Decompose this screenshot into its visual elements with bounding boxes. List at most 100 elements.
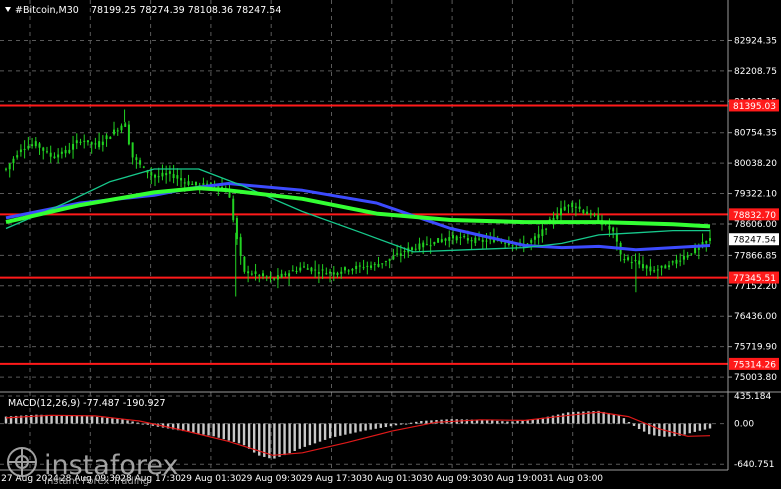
macd-bar <box>658 423 661 437</box>
macd-bar <box>55 415 58 424</box>
candle-body <box>425 244 428 246</box>
candle-body <box>537 234 540 238</box>
candle-body <box>653 270 656 272</box>
macd-bar <box>95 416 99 424</box>
macd-bar <box>121 419 124 424</box>
level-tag-label-3: 75314.26 <box>733 360 776 370</box>
macd-bar <box>627 422 631 424</box>
candle-body <box>545 228 548 230</box>
macd-bar <box>247 423 251 449</box>
candle-body <box>336 272 339 276</box>
candle-body <box>302 266 305 268</box>
macd-bar <box>202 423 205 435</box>
candle-body <box>90 142 93 145</box>
macd-bar <box>303 423 307 447</box>
x-tick-label-3: 29 Aug 01:30 <box>181 474 242 484</box>
macd-bar <box>192 423 195 433</box>
macd-title: MACD(12,26,9) -77.487 -190.927 <box>8 398 166 409</box>
macd-bar <box>349 423 352 434</box>
candle-body <box>8 163 11 170</box>
macd-bar <box>217 423 220 438</box>
candle-body <box>232 198 235 221</box>
macd-bar <box>389 423 393 427</box>
candle-body <box>310 267 313 272</box>
candle-body <box>362 267 365 269</box>
macd-bar <box>344 423 347 435</box>
macd-bar <box>232 423 236 442</box>
macd-bar <box>359 423 362 432</box>
macd-bar <box>404 423 408 425</box>
level-tag-label-0: 81395.03 <box>733 102 776 112</box>
macd-bar <box>637 423 641 430</box>
macd-bar <box>683 423 686 435</box>
candle-body <box>366 265 369 267</box>
x-tick-label-7: 30 Aug 09:30 <box>422 474 483 484</box>
candle-body <box>582 210 585 214</box>
macd-bar <box>288 423 291 454</box>
candle-body <box>563 206 566 211</box>
candle-body <box>705 240 708 244</box>
macd-bar <box>491 420 494 424</box>
candle-body <box>157 176 160 178</box>
candle-body <box>124 123 127 127</box>
chart-canvas[interactable]: 82924.3582208.7581493.1580754.3580038.20… <box>0 0 781 489</box>
candle-body <box>552 217 555 221</box>
candle-body <box>377 264 380 267</box>
macd-bar <box>354 423 357 433</box>
candle-body <box>418 243 421 250</box>
candle-body <box>31 144 34 146</box>
candle-body <box>485 240 488 242</box>
candle-body <box>325 273 328 275</box>
candle-body <box>478 238 481 240</box>
candle-body <box>641 264 644 269</box>
macd-bar <box>212 423 215 437</box>
candle-body <box>612 227 615 232</box>
candle-body <box>314 269 317 271</box>
candle-body <box>38 143 41 148</box>
macd-bar <box>293 423 296 451</box>
macd-bar <box>60 415 63 424</box>
candle-body <box>414 248 417 250</box>
macd-bar <box>283 423 286 456</box>
macd-bar <box>278 423 281 457</box>
macd-bar <box>425 420 428 424</box>
candle-body <box>656 269 659 271</box>
candle-body <box>682 255 685 260</box>
current-price-tag-label: 78247.54 <box>733 236 776 246</box>
candle-body <box>86 140 89 143</box>
macd-bar <box>308 423 312 446</box>
candle-body <box>120 125 123 131</box>
macd-bar <box>207 423 210 436</box>
candle-body <box>291 270 294 272</box>
candle-body <box>686 255 689 258</box>
candle-body <box>392 256 395 260</box>
candle-body <box>578 206 581 209</box>
macd-bar <box>45 414 48 424</box>
y-tick-label-4: 80038.20 <box>734 159 777 169</box>
instaforex-logo-icon <box>7 447 37 477</box>
candle-body <box>142 166 145 168</box>
macd-bar <box>328 423 332 439</box>
candle-body <box>463 236 466 238</box>
candle-body <box>243 256 246 272</box>
candle-body <box>209 182 212 184</box>
macd-bar <box>399 423 403 425</box>
macd-bar <box>222 423 225 440</box>
candle-body <box>388 258 391 261</box>
chart-title: #Bitcoin,M30 <box>15 5 79 16</box>
macd-bar <box>703 423 707 430</box>
candle-body <box>560 208 563 216</box>
macd-bar <box>90 416 94 424</box>
macd-bar <box>101 417 104 424</box>
macd-tick-label-0: 435.184 <box>734 392 771 402</box>
candle-body <box>541 229 544 237</box>
macd-bar <box>65 415 68 424</box>
y-tick-label-3: 80754.35 <box>734 129 777 139</box>
x-tick-label-5: 29 Aug 17:30 <box>301 474 362 484</box>
macd-bar <box>237 423 241 444</box>
candle-body <box>329 271 332 274</box>
candle-body <box>276 275 279 280</box>
candle-body <box>317 272 320 274</box>
candle-body <box>589 213 592 215</box>
macd-bar <box>506 421 509 424</box>
